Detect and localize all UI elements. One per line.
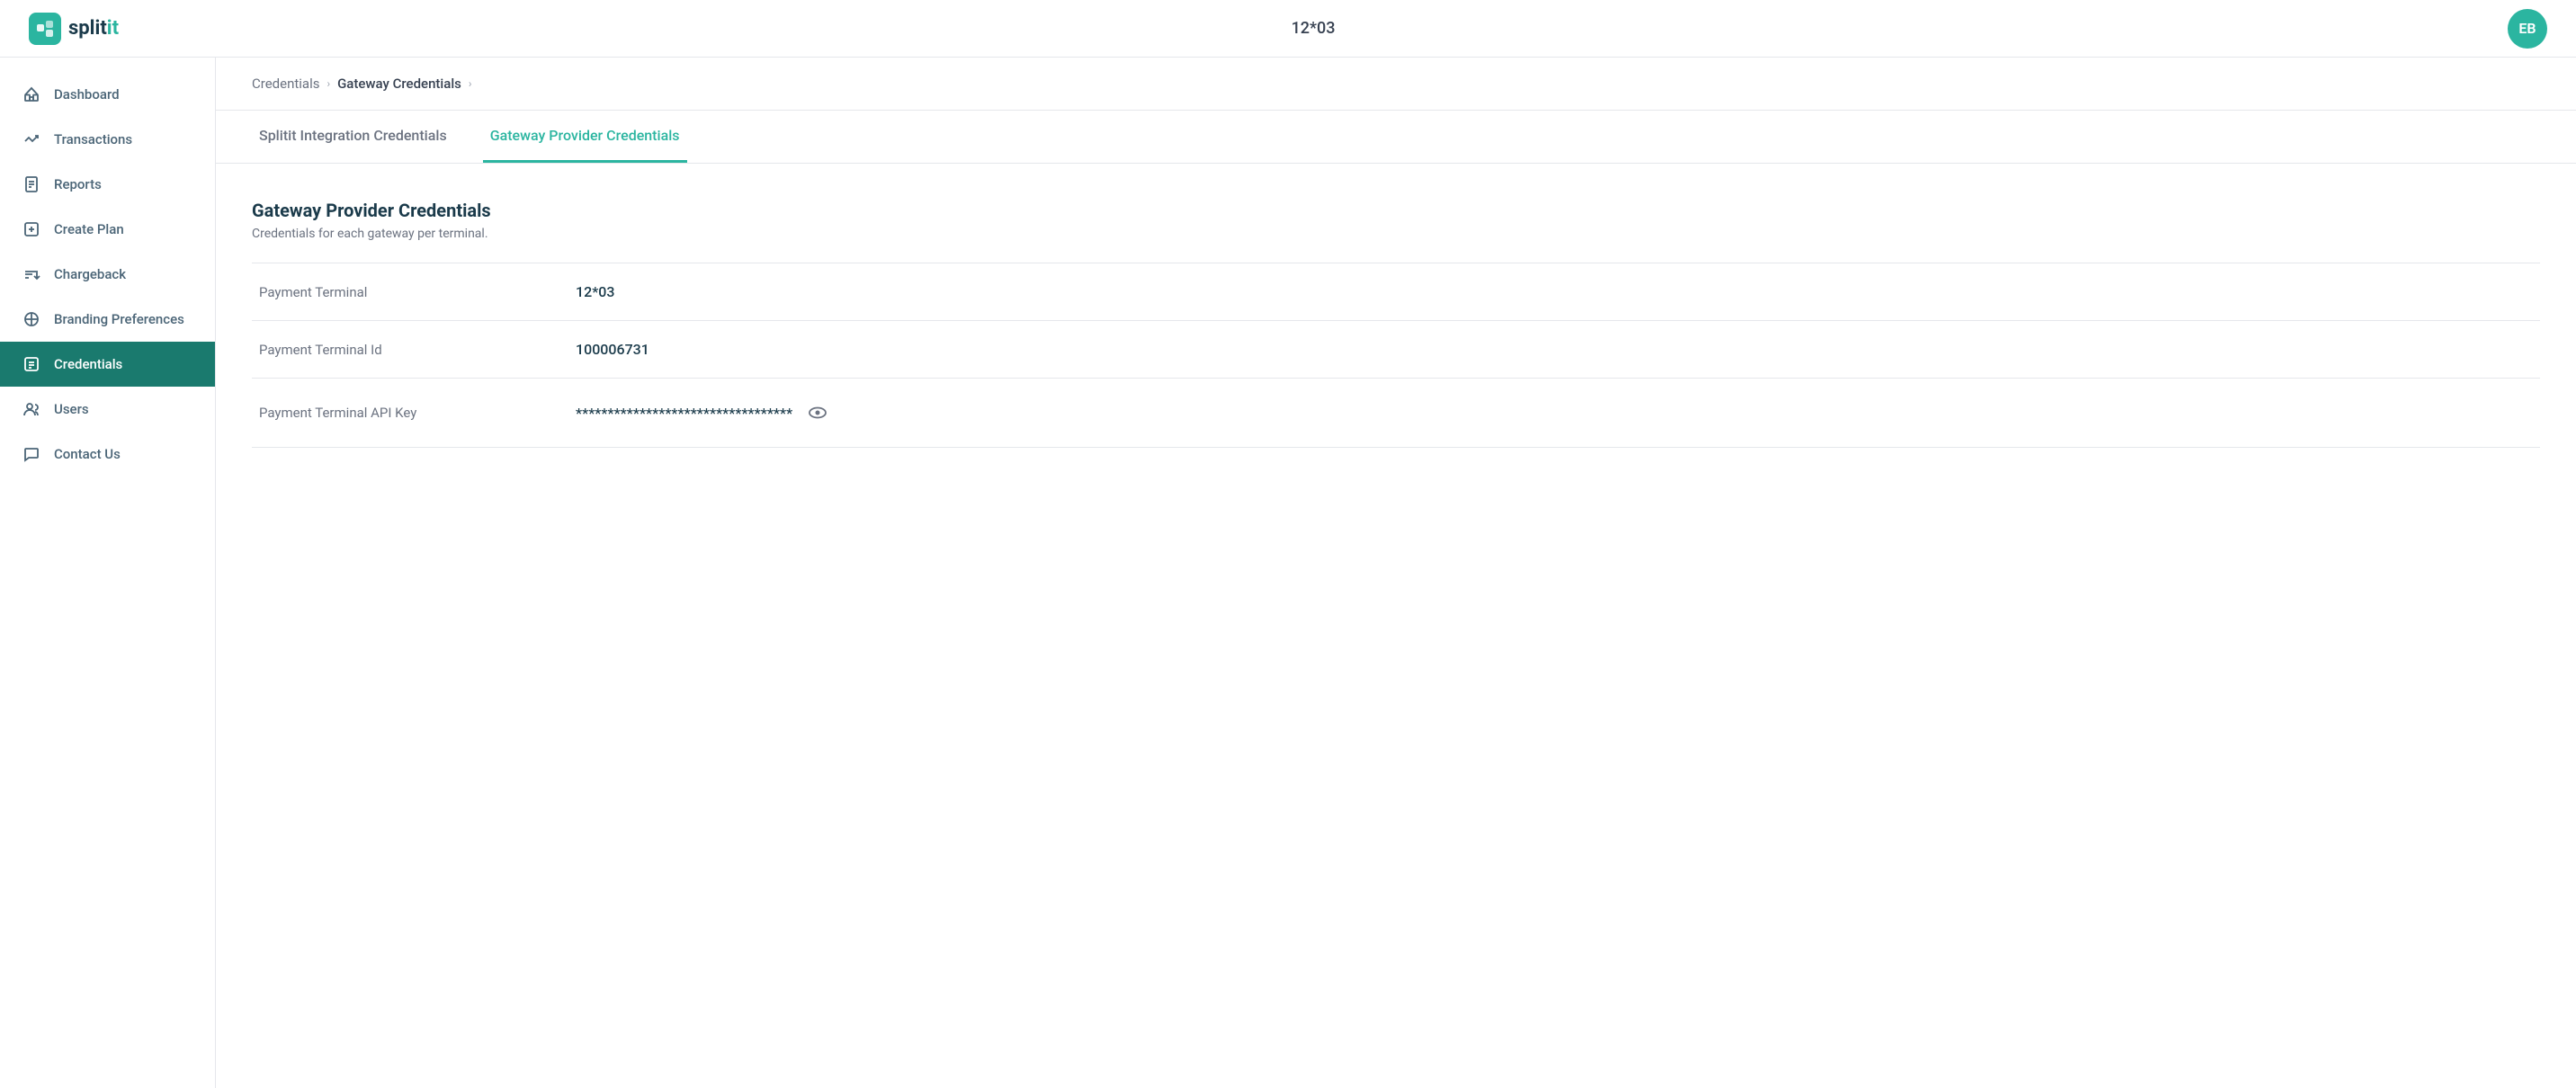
sidebar: Dashboard Transactions Reports [0, 58, 216, 1088]
sidebar-label-contact: Contact Us [54, 446, 121, 462]
breadcrumb-chevron-2: › [469, 77, 472, 90]
dashboard-icon [22, 85, 41, 104]
breadcrumb-chevron-1: › [326, 77, 330, 90]
sidebar-item-dashboard[interactable]: Dashboard [0, 72, 215, 117]
table-row: Payment Terminal Id 100006731 [252, 321, 2540, 379]
content-area: Gateway Provider Credentials Credentials… [216, 164, 2576, 484]
sidebar-item-branding[interactable]: Branding Preferences [0, 297, 215, 342]
payment-terminal-label: Payment Terminal [252, 284, 576, 300]
tabs: Splitit Integration Credentials Gateway … [216, 111, 2576, 164]
sidebar-item-create-plan[interactable]: Create Plan [0, 207, 215, 252]
user-avatar[interactable]: EB [2508, 9, 2547, 49]
payment-terminal-id-label: Payment Terminal Id [252, 342, 576, 358]
breadcrumb: Credentials › Gateway Credentials › [216, 58, 2576, 111]
sidebar-item-chargeback[interactable]: Chargeback [0, 252, 215, 297]
credentials-table: Payment Terminal 12*03 Payment Terminal … [252, 263, 2540, 448]
sidebar-label-credentials: Credentials [54, 356, 122, 372]
sidebar-label-chargeback: Chargeback [54, 266, 126, 282]
logo: splitit [29, 13, 119, 45]
sidebar-item-credentials[interactable]: Credentials [0, 342, 215, 387]
logo-text: splitit [68, 17, 119, 40]
toggle-visibility-button[interactable] [803, 398, 832, 427]
create-plan-icon [22, 219, 41, 239]
contact-icon [22, 444, 41, 464]
header: splitit 12*03 EB [0, 0, 2576, 58]
sidebar-item-users[interactable]: Users [0, 387, 215, 432]
sidebar-item-contact[interactable]: Contact Us [0, 432, 215, 477]
payment-terminal-api-value: ********************************** [576, 398, 832, 427]
sidebar-label-create-plan: Create Plan [54, 221, 124, 237]
sidebar-label-reports: Reports [54, 176, 102, 192]
main-content: Credentials › Gateway Credentials › Spli… [216, 58, 2576, 1088]
credentials-icon [22, 354, 41, 374]
table-row: Payment Terminal API Key ***************… [252, 379, 2540, 448]
payment-terminal-api-label: Payment Terminal API Key [252, 405, 576, 421]
section-title: Gateway Provider Credentials [252, 200, 2540, 221]
sidebar-label-branding: Branding Preferences [54, 311, 184, 327]
api-key-masked: ********************************** [576, 405, 792, 422]
tab-splitit-integration[interactable]: Splitit Integration Credentials [252, 111, 454, 163]
users-icon [22, 399, 41, 419]
payment-terminal-value: 12*03 [576, 283, 614, 300]
sidebar-label-dashboard: Dashboard [54, 86, 120, 103]
sidebar-item-transactions[interactable]: Transactions [0, 117, 215, 162]
header-title: 12*03 [1292, 19, 1336, 38]
section-header: Gateway Provider Credentials Credentials… [252, 200, 2540, 241]
sidebar-item-reports[interactable]: Reports [0, 162, 215, 207]
layout: Dashboard Transactions Reports [0, 58, 2576, 1088]
breadcrumb-gateway: Gateway Credentials [337, 76, 461, 92]
branding-icon [22, 309, 41, 329]
payment-terminal-id-value: 100006731 [576, 341, 649, 358]
sidebar-label-transactions: Transactions [54, 131, 132, 147]
breadcrumb-credentials[interactable]: Credentials [252, 76, 319, 92]
section-subtitle: Credentials for each gateway per termina… [252, 227, 2540, 241]
sidebar-label-users: Users [54, 401, 89, 417]
logo-icon [29, 13, 61, 45]
chargeback-icon [22, 264, 41, 284]
table-row: Payment Terminal 12*03 [252, 263, 2540, 321]
tab-gateway-provider[interactable]: Gateway Provider Credentials [483, 111, 687, 163]
reports-icon [22, 174, 41, 194]
transactions-icon [22, 129, 41, 149]
